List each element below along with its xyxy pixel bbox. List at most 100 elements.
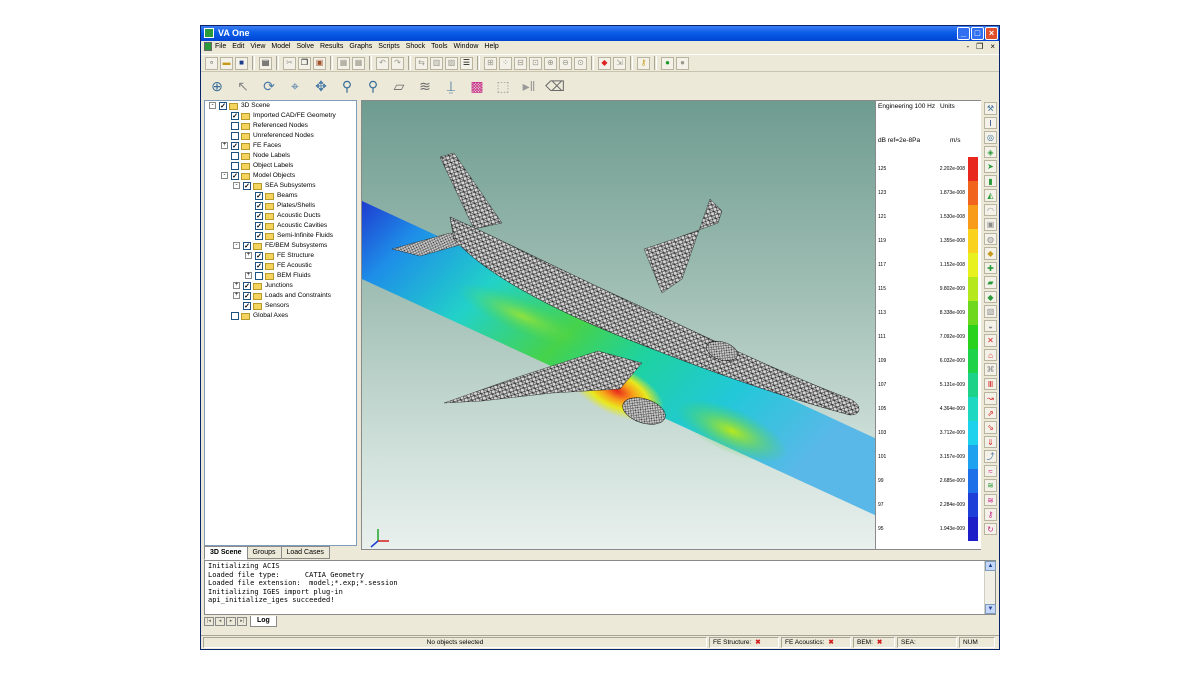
box-icon[interactable]: ▣ [984, 218, 997, 231]
tree-checkbox[interactable]: ✓ [219, 102, 227, 110]
tree-item[interactable]: - ✓ 3D Scene [205, 101, 356, 111]
spring-icon[interactable]: ≋ [984, 479, 997, 492]
shell-icon[interactable]: ➤ [984, 160, 997, 173]
tree-item-label[interactable]: Beams [277, 191, 298, 201]
close-button[interactable]: × [985, 27, 998, 40]
junction-icon[interactable]: ⌘ [984, 363, 997, 376]
tree-checkbox[interactable]: ✓ [231, 142, 239, 150]
tree-checkbox[interactable] [231, 162, 239, 170]
menu-window[interactable]: Window [454, 41, 479, 53]
tree-checkbox[interactable] [231, 122, 239, 130]
plate-icon[interactable]: ◈ [984, 145, 997, 158]
mdi-minimize-button[interactable]: - [966, 41, 969, 53]
fluid-icon[interactable]: ✚ [984, 261, 997, 274]
tree-item[interactable]: ✓ Imported CAD/FE Geometry [205, 111, 356, 121]
document-icon[interactable] [204, 42, 212, 51]
arrow-down-icon[interactable]: ⇓ [984, 435, 997, 448]
open-icon[interactable]: ▬ [220, 56, 233, 70]
key-icon[interactable]: ⚷ [637, 56, 650, 70]
new-icon[interactable]: ▫ [205, 56, 218, 70]
sensor-icon[interactable]: ⤴ [984, 450, 997, 463]
ibeam-icon[interactable]: Ⅰ [984, 116, 997, 129]
menu-view[interactable]: View [250, 41, 265, 53]
cut-icon[interactable]: ✂ [283, 56, 296, 70]
menu-file[interactable]: File [215, 41, 226, 53]
tree-item-label[interactable]: Acoustic Ducts [277, 211, 321, 221]
paint-icon[interactable]: ◆ [598, 56, 611, 70]
menu-shock[interactable]: Shock [406, 41, 425, 53]
next-tab-icon[interactable]: ▸ [226, 617, 236, 626]
house-icon[interactable]: ⌂ [984, 348, 997, 361]
refresh-icon[interactable]: ↻ [984, 522, 997, 535]
stack-icon[interactable]: ≋ [415, 76, 435, 96]
scroll-track[interactable] [985, 571, 995, 604]
tree-item-label[interactable]: 3D Scene [241, 101, 270, 111]
tree-item-label[interactable]: Junctions [265, 281, 293, 291]
mdi-close-button[interactable]: × [990, 41, 995, 53]
tab-log[interactable]: Log [250, 616, 277, 627]
tree-item-label[interactable]: Loads and Constraints [265, 291, 331, 301]
wave-icon[interactable]: ≈ [984, 464, 997, 477]
cylinder-icon[interactable]: ◍ [984, 232, 997, 245]
tree-item-label[interactable]: Object Labels [253, 161, 293, 171]
tree-item-label[interactable]: SEA Subsystems [265, 181, 316, 191]
menu-solve[interactable]: Solve [296, 41, 314, 53]
tree-checkbox[interactable] [231, 132, 239, 140]
tree-item[interactable]: + ✓ Loads and Constraints [205, 291, 356, 301]
tree-item-label[interactable]: FE Acoustic [277, 261, 312, 271]
grid-view-icon[interactable]: ▦ [337, 56, 350, 70]
tab-groups[interactable]: Groups [246, 546, 282, 559]
save-icon[interactable]: ■ [235, 56, 248, 70]
tree-item[interactable]: ✓ FE Acoustic [205, 261, 356, 271]
collapse-icon[interactable]: - [209, 102, 216, 109]
beam-icon[interactable]: ⚒ [984, 102, 997, 115]
tree-item[interactable]: + ✓ FE Faces [205, 141, 356, 151]
tree-item[interactable]: + ✓ Junctions [205, 281, 356, 291]
prev-tab-icon[interactable]: ◂ [215, 617, 225, 626]
tree-item-label[interactable]: Sensors [265, 301, 289, 311]
tree-item[interactable]: + BEM Fluids [205, 271, 356, 281]
palette-icon[interactable]: ▩ [467, 76, 487, 96]
menu-tools[interactable]: Tools [431, 41, 447, 53]
tree-checkbox[interactable] [255, 272, 263, 280]
print-icon[interactable]: ▤ [259, 56, 272, 70]
tree-checkbox[interactable]: ✓ [255, 232, 263, 240]
measure-icon[interactable]: ⇲ [613, 56, 626, 70]
stop-icon[interactable]: ● [676, 56, 689, 70]
layer2-icon[interactable]: ◆ [984, 290, 997, 303]
run-icon[interactable]: ● [661, 56, 674, 70]
undo-icon[interactable]: ↶ [376, 56, 389, 70]
zoom-region-icon[interactable]: ⚲ [363, 76, 383, 96]
play-icon[interactable]: ▸‖ [519, 76, 539, 96]
select-all-icon[interactable]: ⊡ [529, 56, 542, 70]
tree-item-label[interactable]: FE Faces [253, 141, 281, 151]
tree-item-label[interactable]: Imported CAD/FE Geometry [253, 111, 336, 121]
tree-item[interactable]: Referenced Nodes [205, 121, 356, 131]
tree-checkbox[interactable]: ✓ [243, 292, 251, 300]
zoom-in-icon[interactable]: ⊕ [544, 56, 557, 70]
log-scrollbar[interactable]: ▲ ▼ [984, 561, 996, 614]
menu-results[interactable]: Results [320, 41, 343, 53]
constraint-icon[interactable]: ⇘ [984, 421, 997, 434]
menu-scripts[interactable]: Scripts [378, 41, 399, 53]
expand-icon[interactable]: + [233, 292, 240, 299]
force-icon[interactable]: ⇗ [984, 406, 997, 419]
3d-viewport[interactable] [361, 100, 876, 550]
duct-icon[interactable]: ◭ [984, 189, 997, 202]
cavity-icon[interactable]: ▮ [984, 174, 997, 187]
tree-item-label[interactable]: Referenced Nodes [253, 121, 308, 131]
paste-icon[interactable]: ▣ [313, 56, 326, 70]
curve-icon[interactable]: ◒ [984, 319, 997, 332]
collapse-icon[interactable]: - [221, 172, 228, 179]
tree-item[interactable]: - ✓ Model Objects [205, 171, 356, 181]
list-icon[interactable]: ☰ [460, 56, 473, 70]
tree-item-label[interactable]: Plates/Shells [277, 201, 315, 211]
expand-icon[interactable]: + [233, 282, 240, 289]
rotate-icon[interactable]: ⟳ [259, 76, 279, 96]
scroll-down-icon[interactable]: ▼ [985, 604, 996, 614]
menu-edit[interactable]: Edit [232, 41, 244, 53]
tree-item[interactable]: ✓ Acoustic Ducts [205, 211, 356, 221]
layer-icon[interactable]: ▰ [984, 276, 997, 289]
collapse-icon[interactable]: - [233, 242, 240, 249]
tree-item-label[interactable]: FE Structure [277, 251, 314, 261]
